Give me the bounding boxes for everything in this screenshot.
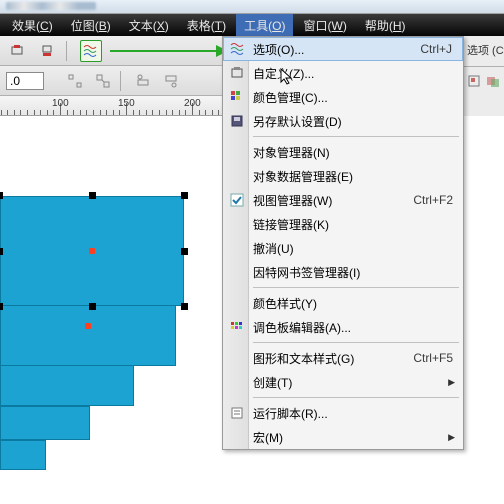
menu-item[interactable]: 因特网书签管理器(I) (223, 260, 463, 284)
menubar: 效果(C) 位图(B) 文本(X) 表格(T) 工具(O) 窗口(W) 帮助(H… (0, 14, 504, 36)
menu-item[interactable]: 调色板编辑器(A)... (223, 315, 463, 339)
menu-item[interactable]: 颜色管理(C)... (223, 85, 463, 109)
tb-snap-1[interactable] (64, 70, 86, 92)
menu-bitmap[interactable]: 位图(B) (63, 14, 119, 37)
menu-tools[interactable]: 工具(O) (236, 14, 293, 37)
menu-item[interactable]: 另存默认设置(D) (223, 109, 463, 133)
menu-table[interactable]: 表格(T) (179, 14, 234, 37)
right-panel: 选项 (Ctr (462, 36, 504, 116)
menu-effects[interactable]: 效果(C) (4, 14, 61, 37)
menu-item[interactable]: 自定义(Z)... (223, 61, 463, 85)
panel-label: 选项 (Ctr (463, 36, 504, 64)
box-icon (229, 65, 245, 81)
script-icon (229, 405, 245, 421)
tb-btn-options[interactable] (80, 40, 102, 62)
chevron-right-icon: ▶ (448, 432, 463, 443)
shape[interactable] (0, 406, 90, 440)
grid-icon (229, 89, 245, 105)
tb-btn-2[interactable] (36, 40, 58, 62)
menu-item[interactable]: 选项(O)...Ctrl+J (223, 37, 463, 61)
menu-item[interactable]: 运行脚本(R)... (223, 401, 463, 425)
menu-item[interactable]: 视图管理器(W)Ctrl+F2 (223, 188, 463, 212)
menu-item[interactable]: 对象管理器(N) (223, 140, 463, 164)
menu-help[interactable]: 帮助(H) (357, 14, 414, 37)
tools-dropdown: 选项(O)...Ctrl+J自定义(Z)...颜色管理(C)...另存默认设置(… (222, 36, 464, 450)
menu-item[interactable]: 撤消(U) (223, 236, 463, 260)
menu-item[interactable]: 对象数据管理器(E) (223, 164, 463, 188)
check-icon (229, 192, 245, 208)
menu-item[interactable]: 宏(M)▶ (223, 425, 463, 449)
menu-item[interactable]: 图形和文本样式(G)Ctrl+F5 (223, 346, 463, 370)
number-input[interactable]: .0 (6, 72, 44, 90)
rp-icon-1[interactable] (467, 73, 482, 89)
tb-snap-2[interactable] (92, 70, 114, 92)
disk-icon (229, 113, 245, 129)
menu-item[interactable]: 链接管理器(K) (223, 212, 463, 236)
tb-btn-1[interactable] (6, 40, 28, 62)
mouse-cursor (280, 68, 294, 86)
rp-icon-2[interactable] (486, 73, 501, 89)
tb-align-2[interactable] (160, 70, 182, 92)
menu-text[interactable]: 文本(X) (121, 14, 177, 37)
shape[interactable] (0, 440, 46, 470)
menu-item[interactable]: 颜色样式(Y) (223, 291, 463, 315)
palette-icon (229, 319, 245, 335)
chevron-right-icon: ▶ (448, 377, 463, 388)
menu-item[interactable]: 创建(T)▶ (223, 370, 463, 394)
annotation-arrow (110, 50, 218, 52)
tb-align-1[interactable] (132, 70, 154, 92)
menu-window[interactable]: 窗口(W) (295, 14, 354, 37)
wave-icon (230, 41, 246, 57)
